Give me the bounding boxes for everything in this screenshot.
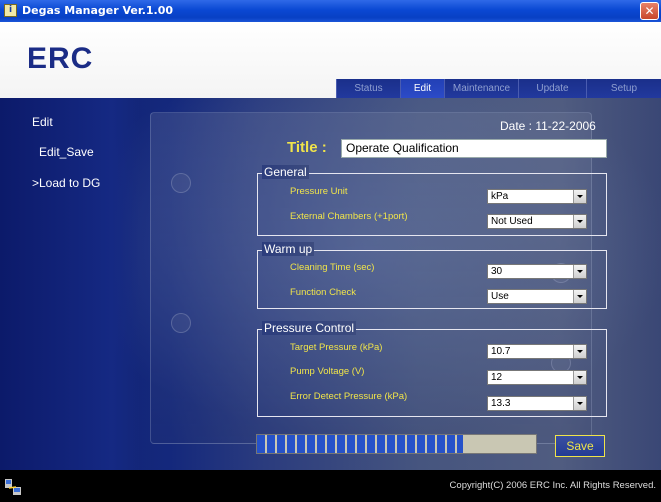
title-bar[interactable]: i Degas Manager Ver.1.00 ✕ <box>0 0 661 22</box>
chevron-down-icon[interactable] <box>573 397 586 410</box>
chevron-down-icon[interactable] <box>573 265 586 278</box>
chevron-down-icon[interactable] <box>573 215 586 228</box>
group-pressure-control-legend: Pressure Control <box>262 321 357 335</box>
group-warmup: Warm up Cleaning Time (sec) 30 Function … <box>257 242 607 309</box>
title-label: Title : <box>287 139 327 156</box>
sidebar-item-edit-save[interactable]: Edit_Save <box>39 145 94 159</box>
error-detect-label: Error Detect Pressure (kPa) <box>290 391 408 402</box>
cleaning-time-select[interactable]: 30 <box>487 264 587 279</box>
close-icon: ✕ <box>644 4 655 18</box>
close-button[interactable]: ✕ <box>640 2 659 20</box>
error-detect-select[interactable]: 13.3 <box>487 396 587 411</box>
group-general-legend: General <box>262 165 309 179</box>
external-chambers-label: External Chambers (+1port) <box>290 211 408 222</box>
sidebar-heading: Edit <box>32 115 53 129</box>
tab-update[interactable]: Update <box>518 79 586 98</box>
pump-voltage-value: 12 <box>491 372 503 383</box>
device-knob <box>171 313 191 333</box>
pressure-unit-select[interactable]: kPa <box>487 189 587 204</box>
pump-voltage-label: Pump Voltage (V) <box>290 366 365 377</box>
function-check-value: Use <box>491 291 509 302</box>
app-icon: i <box>4 4 17 17</box>
save-button[interactable]: Save <box>555 435 605 457</box>
external-chambers-value: Not Used <box>491 216 533 227</box>
chevron-down-icon[interactable] <box>573 190 586 203</box>
chevron-down-icon[interactable] <box>573 290 586 303</box>
tab-edit[interactable]: Edit <box>400 79 444 98</box>
group-pressure-control: Pressure Control Target Pressure (kPa) 1… <box>257 321 607 417</box>
group-warmup-legend: Warm up <box>262 242 315 256</box>
chevron-down-icon[interactable] <box>573 371 586 384</box>
window-title: Degas Manager Ver.1.00 <box>22 4 174 17</box>
external-chambers-select[interactable]: Not Used <box>487 214 587 229</box>
link-icon[interactable] <box>4 478 22 496</box>
progress-bar <box>256 434 537 454</box>
pressure-unit-label: Pressure Unit <box>290 186 348 197</box>
target-pressure-label: Target Pressure (kPa) <box>290 342 383 353</box>
tab-bar: Status Edit Maintenance Update Setup <box>336 79 661 98</box>
main-panel: Edit Edit_Save >Load to DG Date : 11-22-… <box>0 98 661 470</box>
erc-logo: ERC <box>27 42 94 75</box>
copyright-text: Copyright(C) 2006 ERC Inc. All Rights Re… <box>449 480 656 491</box>
group-general: General Pressure Unit kPa External Chamb… <box>257 165 607 236</box>
title-input[interactable]: Operate Qualification <box>341 139 607 158</box>
tab-status[interactable]: Status <box>336 79 400 98</box>
footer: Copyright(C) 2006 ERC Inc. All Rights Re… <box>0 470 661 502</box>
error-detect-value: 13.3 <box>491 398 511 409</box>
date-display: Date : 11-22-2006 <box>500 119 596 133</box>
tab-maintenance[interactable]: Maintenance <box>444 79 518 98</box>
app-window: i Degas Manager Ver.1.00 ✕ ERC Status Ed… <box>0 0 661 502</box>
chevron-down-icon[interactable] <box>573 345 586 358</box>
tab-setup[interactable]: Setup <box>586 79 661 98</box>
pressure-unit-value: kPa <box>491 191 509 202</box>
function-check-select[interactable]: Use <box>487 289 587 304</box>
sidebar: Edit Edit_Save >Load to DG <box>0 98 140 470</box>
cleaning-time-value: 30 <box>491 266 503 277</box>
sidebar-item-load-to-dg[interactable]: >Load to DG <box>32 176 100 190</box>
function-check-label: Function Check <box>290 287 357 298</box>
cleaning-time-label: Cleaning Time (sec) <box>290 262 375 273</box>
progress-fill <box>257 435 464 453</box>
target-pressure-select[interactable]: 10.7 <box>487 344 587 359</box>
device-knob <box>171 173 191 193</box>
target-pressure-value: 10.7 <box>491 346 511 357</box>
pump-voltage-select[interactable]: 12 <box>487 370 587 385</box>
